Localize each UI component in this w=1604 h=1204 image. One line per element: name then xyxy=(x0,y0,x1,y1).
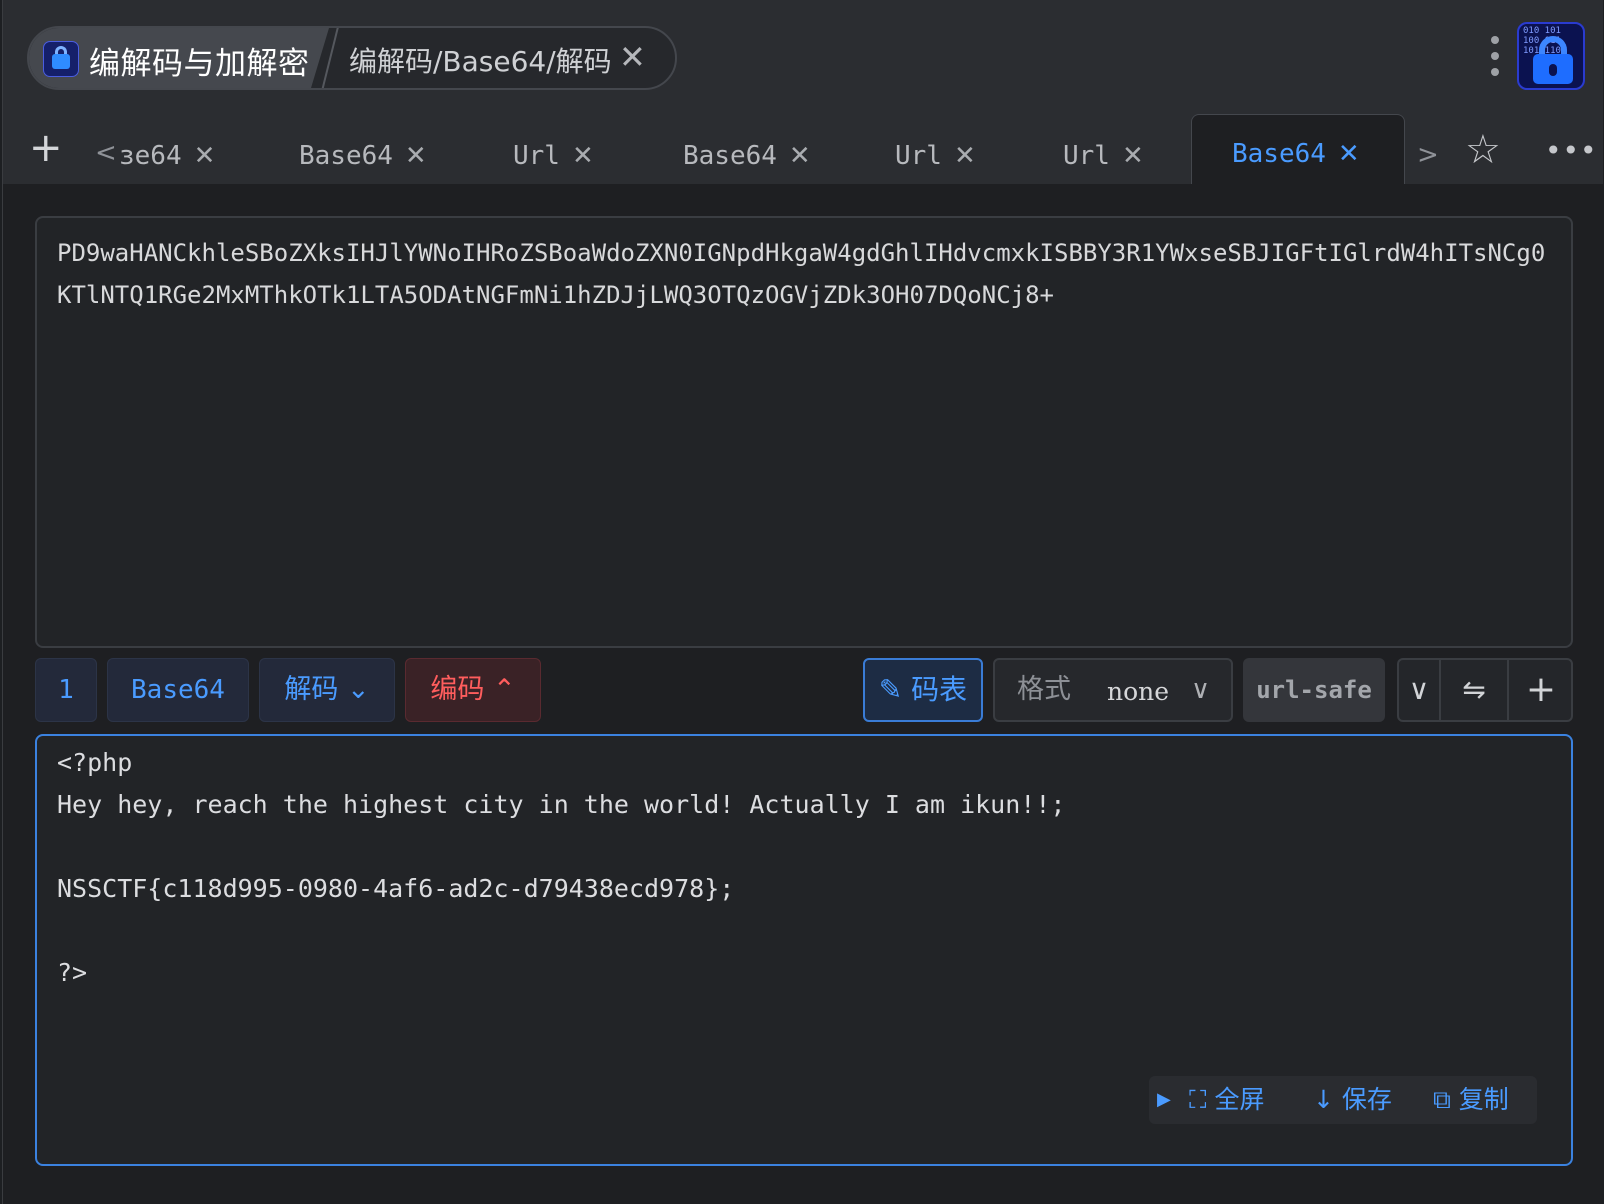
star-icon[interactable]: ☆ xyxy=(1465,130,1501,170)
chevron-down-icon: ⌄ xyxy=(338,674,370,705)
fullscreen-button[interactable]: ⛶ 全屏 xyxy=(1189,1076,1264,1124)
breadcrumb: 编解码与加解密 编解码/Base64/解码 ✕ xyxy=(27,26,677,90)
save-button[interactable]: ↓ 保存 xyxy=(1313,1076,1392,1124)
format-value: none xyxy=(1107,677,1170,706)
tab-base64[interactable]: Base64 ✕ xyxy=(683,128,811,184)
code-table-label: 码表 xyxy=(911,673,968,706)
algorithm-button[interactable]: Base64 xyxy=(107,658,249,722)
tab-label: Url xyxy=(513,141,560,171)
chevron-down-icon: ∨ xyxy=(1191,675,1211,705)
more-vertical-icon[interactable] xyxy=(1491,36,1499,80)
lock-icon xyxy=(43,41,79,77)
tab-label: ɜe64 xyxy=(119,141,182,171)
output-line: ?> xyxy=(57,958,88,987)
tab-base64[interactable]: Base64 ✕ xyxy=(299,128,427,184)
add-step-icon[interactable]: + xyxy=(1509,660,1573,720)
tab-base64-active[interactable]: Base64 ✕ xyxy=(1191,114,1405,184)
chevron-up-icon: ⌃ xyxy=(484,674,516,705)
close-icon[interactable]: ✕ xyxy=(405,141,427,171)
tab-partial[interactable]: ɜe64 ✕ xyxy=(119,128,215,184)
tab-label: Base64 xyxy=(299,141,393,171)
output-actions: ▶ ⛶ 全屏 ↓ 保存 ⧉ 复制 xyxy=(1149,1076,1537,1124)
app-title: 编解码与加解密 xyxy=(89,46,310,82)
input-textarea[interactable]: PD9waHANCkhleSBoZXksIHJlYWNoIHRoZSBoaWdo… xyxy=(35,216,1573,648)
tab-url[interactable]: Url ✕ xyxy=(1063,128,1144,184)
close-icon[interactable]: ✕ xyxy=(789,141,811,171)
swap-icon[interactable]: ⇋ xyxy=(1441,660,1509,720)
tab-url[interactable]: Url ✕ xyxy=(895,128,976,184)
more-horizontal-icon[interactable]: ••• xyxy=(1545,134,1598,167)
format-label: 格式 xyxy=(1017,674,1071,705)
tab-label: Base64 xyxy=(683,141,777,171)
copy-button[interactable]: ⧉ 复制 xyxy=(1433,1076,1509,1124)
close-icon[interactable]: ✕ xyxy=(619,40,646,74)
close-icon[interactable]: ✕ xyxy=(572,141,594,171)
copy-label: 复制 xyxy=(1458,1085,1509,1114)
encode-button[interactable]: 编码 ⌃ xyxy=(405,658,541,722)
tab-label: Url xyxy=(1063,141,1110,171)
tab-label: Url xyxy=(895,141,942,171)
app-window: 编解码与加解密 编解码/Base64/解码 ✕ 010 101 100 011 … xyxy=(2,0,1603,1204)
breadcrumb-home[interactable]: 编解码与加解密 xyxy=(29,28,329,88)
close-icon[interactable]: ✕ xyxy=(194,141,216,171)
close-icon[interactable]: ✕ xyxy=(1338,139,1360,169)
edit-icon: ✎ xyxy=(878,673,912,706)
decode-button[interactable]: 解码 ⌄ xyxy=(259,658,395,722)
breadcrumb-path: 编解码/Base64/解码 xyxy=(349,45,612,78)
chevron-down-icon[interactable]: ∨ xyxy=(1399,660,1441,720)
close-icon[interactable]: ✕ xyxy=(1122,141,1144,171)
code-table-button[interactable]: ✎ 码表 xyxy=(863,658,983,722)
action-group: ∨ ⇋ + xyxy=(1397,658,1573,722)
download-icon: ↓ xyxy=(1313,1085,1342,1114)
output-line: Hey hey, reach the highest city in the w… xyxy=(57,790,1066,819)
tab-label: Base64 xyxy=(1232,139,1326,169)
output-line: NSSCTF{c118d995-0980-4af6-ad2c-d79438ecd… xyxy=(57,874,735,903)
url-safe-toggle[interactable]: url-safe xyxy=(1243,658,1385,722)
decode-label: 解码 xyxy=(284,674,339,705)
title-bar: 编解码与加解密 编解码/Base64/解码 ✕ 010 101 100 011 … xyxy=(3,0,1603,112)
step-number: 1 xyxy=(35,658,97,722)
output-line: <?php xyxy=(57,748,133,777)
encode-label: 编码 xyxy=(430,674,485,705)
format-select[interactable]: 格式 none ∨ xyxy=(993,658,1233,722)
chevron-right-icon[interactable]: > xyxy=(1417,140,1439,170)
fullscreen-label: 全屏 xyxy=(1214,1085,1265,1114)
copy-icon: ⧉ xyxy=(1433,1085,1459,1114)
save-label: 保存 xyxy=(1341,1085,1392,1114)
app-logo-icon: 010 101 100 011 101 110 xyxy=(1517,22,1585,90)
fullscreen-icon: ⛶ xyxy=(1189,1085,1215,1114)
expand-arrow-icon[interactable]: ▶ xyxy=(1157,1076,1171,1124)
add-tab-icon[interactable]: + xyxy=(29,128,63,168)
close-icon[interactable]: ✕ xyxy=(954,141,976,171)
tab-url[interactable]: Url ✕ xyxy=(513,128,594,184)
chevron-left-icon[interactable]: < xyxy=(95,138,117,168)
input-text: PD9waHANCkhleSBoZXksIHJlYWNoIHRoZSBoaWdo… xyxy=(57,239,1546,309)
